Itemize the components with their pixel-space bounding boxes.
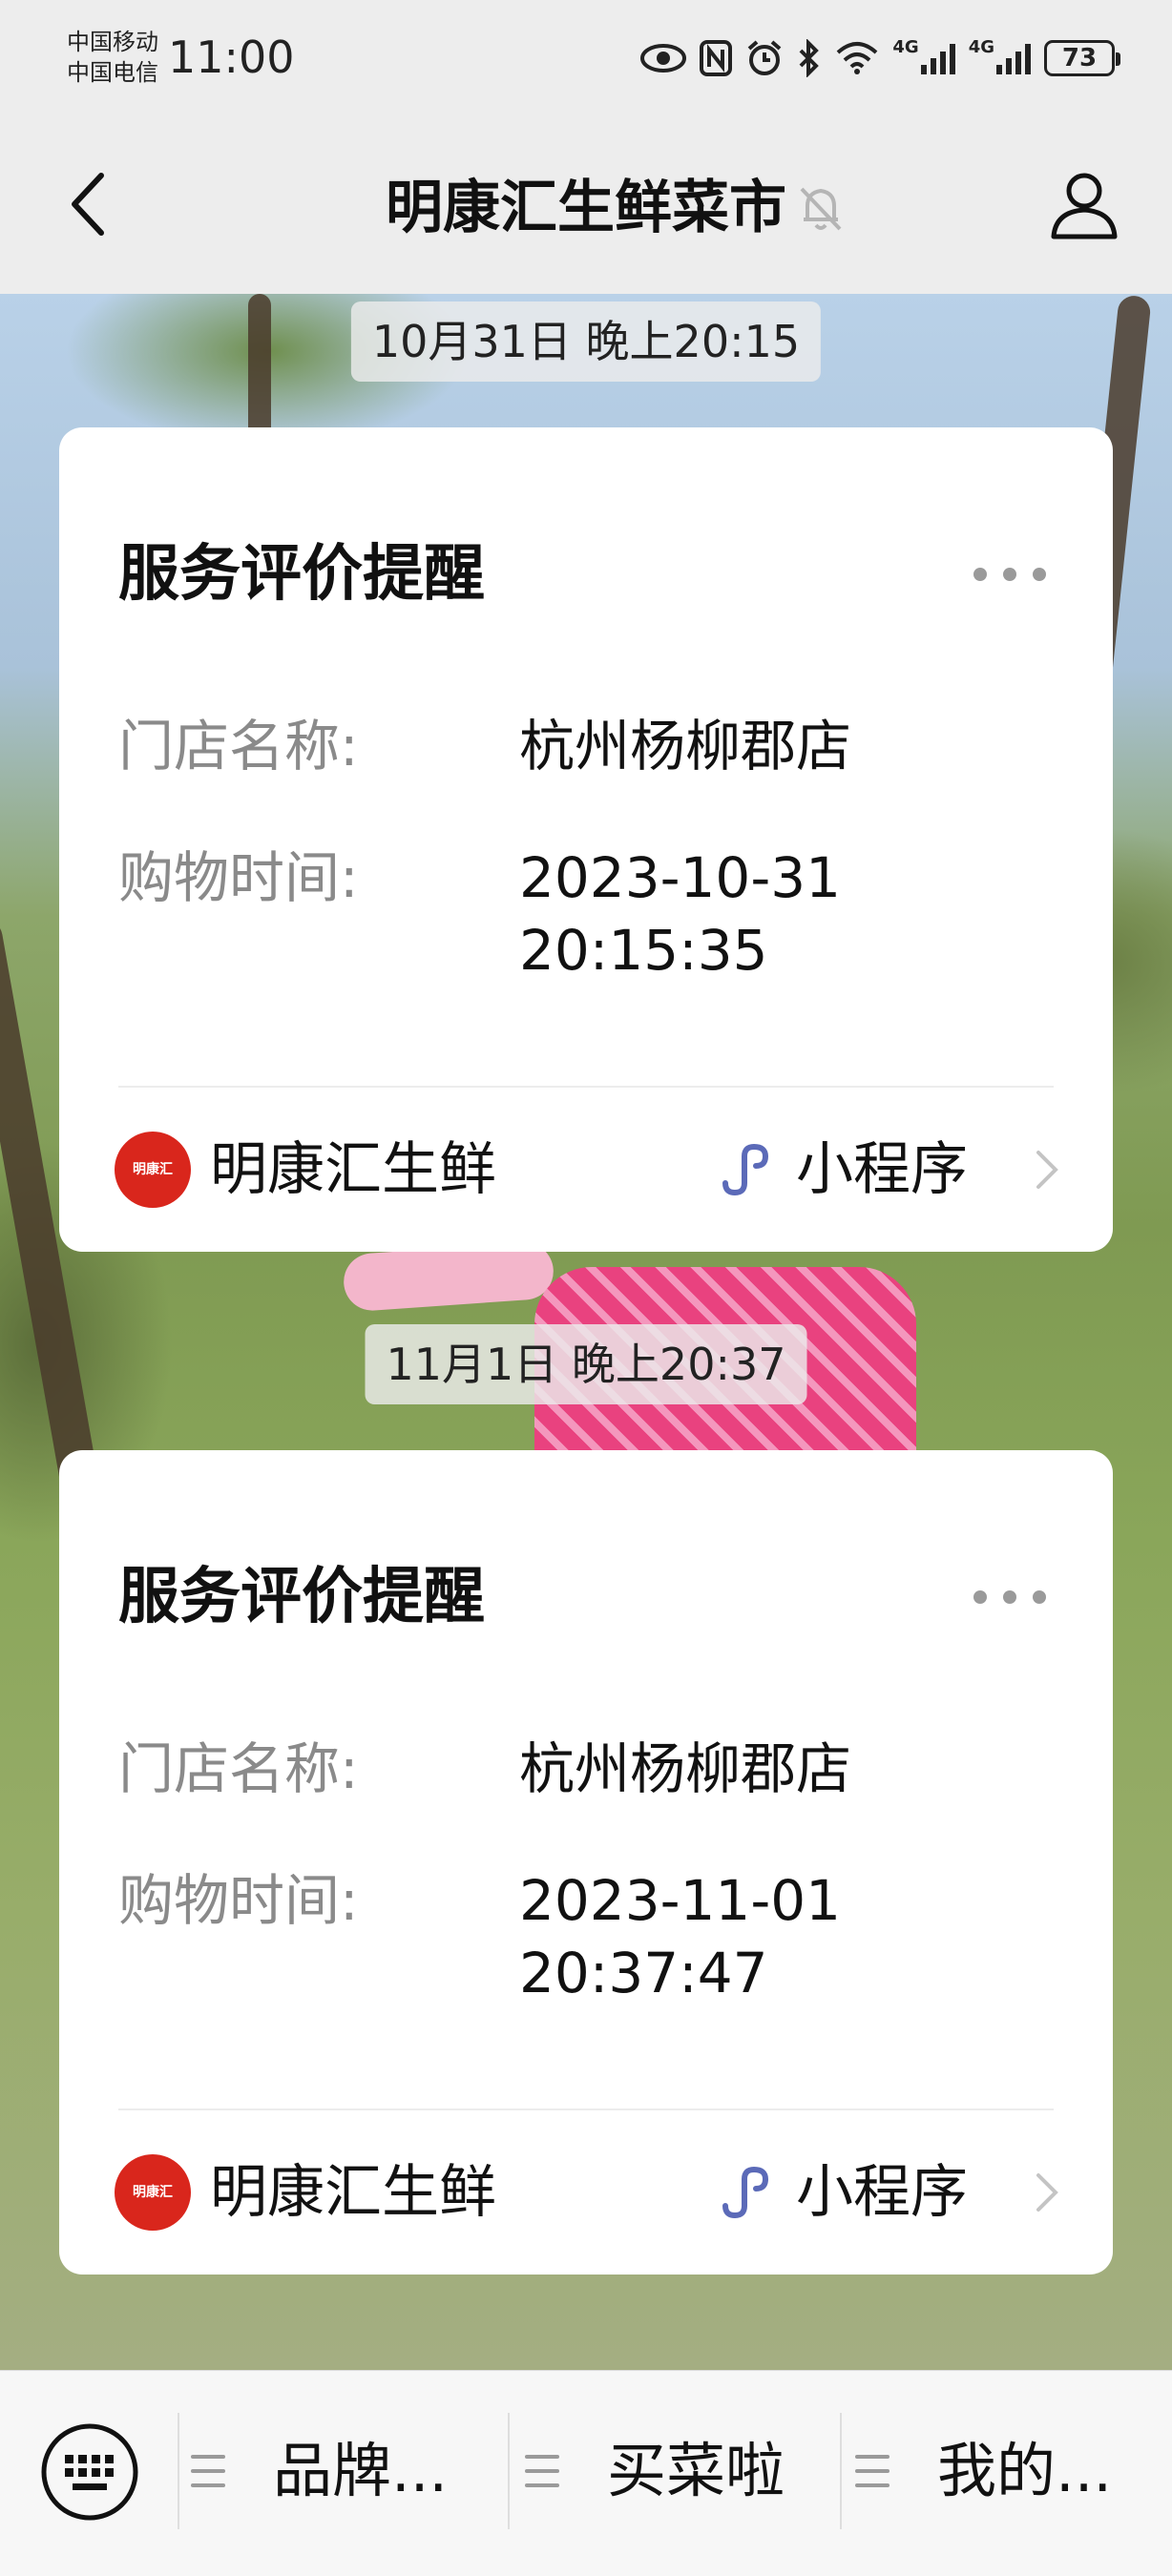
profile-icon bbox=[1051, 173, 1118, 239]
card-title: 服务评价提醒 bbox=[118, 1562, 485, 1632]
mini-program-label: 小程序 bbox=[796, 1136, 968, 1203]
chat-info-button[interactable] bbox=[1044, 164, 1124, 244]
menu-list-icon bbox=[191, 2455, 225, 2487]
purchase-date-value: 2023-10-31 bbox=[519, 845, 842, 910]
mini-program-footer[interactable]: 明康汇 明康汇生鲜 小程序 bbox=[59, 2110, 1113, 2275]
menu-item-label: 我的... bbox=[937, 2436, 1113, 2505]
purchase-time-label: 购物时间: bbox=[118, 845, 359, 910]
status-time: 11:00 bbox=[168, 31, 295, 83]
more-options-button[interactable] bbox=[973, 557, 1046, 592]
brand-name: 明康汇生鲜 bbox=[210, 2159, 496, 2226]
carrier-2: 中国电信 bbox=[67, 59, 158, 86]
wifi-icon bbox=[835, 37, 879, 79]
store-name-value: 杭州杨柳郡店 bbox=[519, 714, 852, 779]
chat-area[interactable]: 10月31日 晚上20:15 服务评价提醒 门店名称: 杭州杨柳郡店 购物时间:… bbox=[0, 294, 1172, 2370]
carrier-labels: 中国移动 中国电信 bbox=[67, 27, 158, 88]
menu-item-mine[interactable]: 我的... bbox=[855, 2413, 1112, 2529]
store-name-value: 杭州杨柳郡店 bbox=[519, 1736, 852, 1801]
purchase-time-value: 20:37:47 bbox=[519, 1941, 768, 2005]
service-review-card[interactable]: 服务评价提醒 门店名称: 杭州杨柳郡店 购物时间: 2023-11-01 20:… bbox=[59, 1450, 1113, 2275]
message-timestamp: 11月1日 晚上20:37 bbox=[365, 1324, 807, 1404]
service-review-card[interactable]: 服务评价提醒 门店名称: 杭州杨柳郡店 购物时间: 2023-10-31 20:… bbox=[59, 427, 1113, 1252]
battery-icon: 73 bbox=[1044, 40, 1120, 76]
menu-item-label: 买菜啦 bbox=[607, 2436, 785, 2505]
bluetooth-icon bbox=[797, 37, 822, 79]
mini-program-icon bbox=[722, 1143, 769, 1196]
mini-program-icon bbox=[722, 2166, 769, 2219]
mini-program-footer[interactable]: 明康汇 明康汇生鲜 小程序 bbox=[59, 1088, 1113, 1252]
page-title: 明康汇生鲜菜市 bbox=[386, 175, 786, 241]
menu-list-icon bbox=[525, 2455, 559, 2487]
mini-program-label: 小程序 bbox=[796, 2159, 968, 2226]
signal-icon: 4G bbox=[892, 37, 955, 79]
chevron-right-icon bbox=[1036, 2173, 1058, 2212]
menu-divider bbox=[178, 2413, 179, 2529]
eye-icon bbox=[640, 37, 687, 79]
keyboard-toggle-button[interactable] bbox=[38, 2420, 141, 2524]
brand-logo: 明康汇 bbox=[115, 1132, 191, 1208]
bottom-menu-bar: 品牌... 买菜啦 我的... bbox=[0, 2370, 1172, 2576]
alarm-icon bbox=[745, 37, 784, 79]
card-title: 服务评价提醒 bbox=[118, 539, 485, 610]
menu-item-label: 品牌... bbox=[273, 2436, 449, 2505]
more-dots-icon bbox=[973, 568, 987, 581]
store-name-label: 门店名称: bbox=[118, 714, 359, 779]
store-name-label: 门店名称: bbox=[118, 1736, 359, 1801]
menu-divider bbox=[508, 2413, 510, 2529]
menu-item-brand[interactable]: 品牌... bbox=[191, 2413, 448, 2529]
more-dots-icon bbox=[973, 1590, 987, 1604]
menu-list-icon bbox=[855, 2455, 889, 2487]
background-photo bbox=[248, 294, 271, 447]
chat-header: 明康汇生鲜菜市 bbox=[0, 122, 1172, 294]
more-options-button[interactable] bbox=[973, 1580, 1046, 1614]
signal-icon: 4G bbox=[969, 37, 1031, 79]
menu-divider bbox=[840, 2413, 842, 2529]
chevron-right-icon bbox=[1036, 1151, 1058, 1189]
purchase-date-value: 2023-11-01 bbox=[519, 1868, 842, 1933]
network-label-1: 4G bbox=[892, 37, 919, 57]
nfc-icon bbox=[700, 37, 733, 79]
purchase-time-label: 购物时间: bbox=[118, 1868, 359, 1933]
status-icons: 4G 4G 73 bbox=[640, 34, 1120, 82]
network-label-2: 4G bbox=[968, 37, 994, 57]
keyboard-icon bbox=[41, 2423, 138, 2521]
status-bar: 中国移动 中国电信 11:00 4G 4G 73 bbox=[0, 0, 1172, 122]
carrier-1: 中国移动 bbox=[67, 29, 158, 55]
purchase-time-value: 20:15:35 bbox=[519, 918, 768, 983]
mute-bell-icon bbox=[792, 179, 849, 237]
brand-logo: 明康汇 bbox=[115, 2154, 191, 2231]
brand-name: 明康汇生鲜 bbox=[210, 1136, 496, 1203]
menu-item-buy-groceries[interactable]: 买菜啦 bbox=[525, 2413, 785, 2529]
message-timestamp: 10月31日 晚上20:15 bbox=[350, 301, 822, 382]
